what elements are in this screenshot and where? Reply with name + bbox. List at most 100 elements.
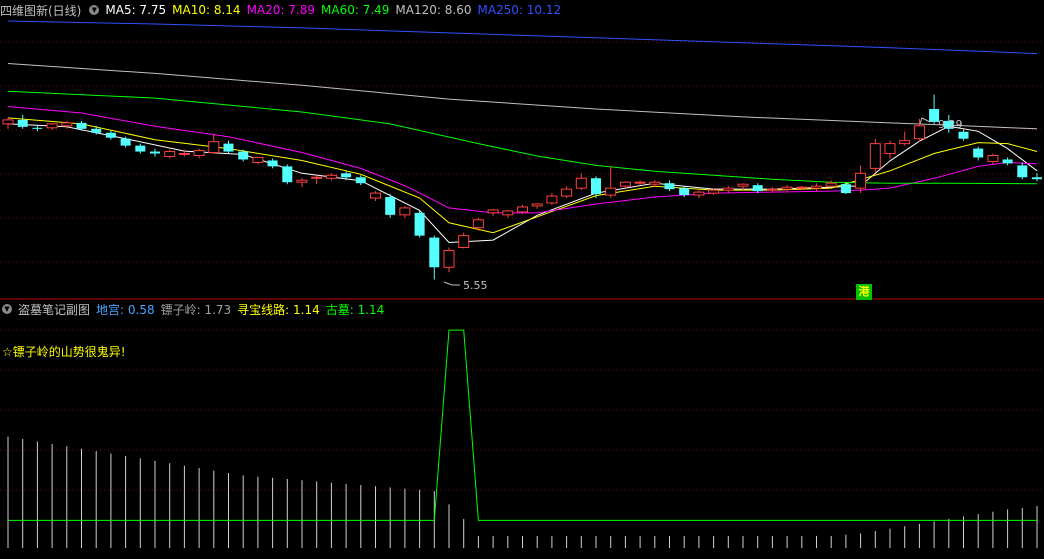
candle: [399, 205, 411, 218]
kline-chart: 9.29 5.55: [0, 20, 1044, 548]
legend-item: MA60: 7.49: [321, 3, 390, 17]
ma-line-ma10: [7, 117, 1038, 234]
candle: [531, 202, 543, 209]
candle-body: [238, 151, 249, 160]
candle-body: [913, 125, 925, 140]
candle-body: [399, 207, 411, 216]
sub-chart: [7, 329, 1038, 548]
candle-body: [973, 148, 984, 158]
candle-body: [679, 188, 690, 196]
candle-body: [150, 151, 160, 154]
candle: [634, 180, 646, 186]
candle-body: [987, 155, 999, 162]
candle: [546, 193, 558, 205]
candle: [443, 247, 455, 273]
candle-body: [502, 210, 514, 216]
candle-body: [17, 119, 28, 127]
candle: [781, 185, 793, 192]
legend-item: MA5: 7.75: [105, 3, 167, 17]
candle: [973, 146, 984, 161]
candle-body: [311, 176, 323, 179]
candle: [150, 148, 160, 157]
indicator-legend: 地宫: 0.58 镖子岭: 1.73 寻宝线路: 1.14 古墓: 1.14: [96, 301, 390, 318]
candle-body: [561, 188, 573, 197]
main-pane-title: 四维图新(日线): [0, 3, 82, 18]
candle-body: [605, 187, 617, 196]
ma-legend: MA5: 7.75 MA10: 8.14 MA20: 7.89 MA60: 7.49 M…: [105, 3, 567, 17]
legend-item: MA10: 8.14: [172, 3, 241, 17]
candle: [164, 149, 176, 159]
hk-connect-badge[interactable]: 港: [856, 284, 872, 300]
candle-body: [370, 192, 381, 199]
candle-body: [546, 195, 558, 204]
candle: [105, 130, 116, 140]
candle: [884, 140, 896, 159]
candle-body: [575, 177, 587, 189]
candle-body: [1017, 165, 1028, 178]
candle-body: [855, 172, 867, 189]
legend-item: MA20: 7.89: [246, 3, 315, 17]
candle-body: [120, 138, 131, 146]
candle: [135, 143, 146, 154]
candle: [282, 164, 293, 185]
gumu-line: [8, 329, 1037, 521]
grid-lines: [0, 41, 1044, 491]
candle-body: [296, 179, 308, 183]
candle: [17, 114, 28, 129]
candle-body: [223, 143, 234, 152]
candle-body: [899, 140, 911, 145]
ma-line-ma250: [7, 20, 1038, 55]
candle: [267, 158, 278, 169]
candle-body: [443, 249, 455, 268]
candle: [223, 140, 234, 154]
candle-body: [178, 153, 190, 156]
candle: [766, 187, 778, 193]
candle-body: [884, 143, 896, 155]
candle: [458, 232, 470, 249]
candle-body: [619, 181, 631, 187]
candle: [1002, 157, 1013, 166]
candle: [575, 173, 587, 191]
candle-body: [164, 151, 176, 157]
low-label: 5.55: [463, 279, 488, 292]
collapse-icon[interactable]: ▼: [89, 5, 100, 15]
candle: [855, 165, 867, 194]
candle: [487, 208, 499, 216]
candle-body: [61, 122, 73, 127]
candle-body: [796, 186, 808, 189]
candle-body: [135, 145, 146, 152]
candle-body: [267, 160, 278, 167]
indicator-note: ☆镖子岭的山势很鬼异!: [2, 345, 126, 359]
candle-body: [825, 182, 837, 187]
main-pane-header: 四维图新(日线) ▼ MA5: 7.75 MA10: 8.14 MA20: 7.89…: [0, 1, 573, 19]
candle: [561, 186, 573, 199]
candle: [899, 131, 911, 146]
candle-body: [958, 131, 969, 139]
candle: [429, 235, 440, 280]
candle: [913, 118, 925, 142]
sub-pane-title: 盗墓笔记副图: [18, 302, 91, 317]
candle-body: [781, 186, 793, 190]
collapse-icon[interactable]: ▼: [2, 304, 12, 314]
candle: [840, 182, 851, 195]
candle-body: [531, 203, 543, 207]
candle: [355, 175, 366, 186]
candle: [370, 191, 381, 202]
candle-body: [737, 183, 749, 187]
candle-body: [91, 128, 102, 133]
candle: [502, 209, 514, 218]
candle-body: [252, 156, 264, 163]
high-label: 9.29: [938, 118, 963, 131]
candle: [193, 148, 205, 159]
candle-body: [355, 177, 366, 184]
candle: [869, 138, 881, 173]
candle-body: [591, 178, 601, 195]
candle-body: [32, 127, 43, 129]
candle: [252, 156, 264, 165]
candle: [752, 183, 763, 194]
candle-body: [811, 185, 822, 189]
candle-body: [46, 123, 58, 129]
candle-body: [766, 188, 778, 191]
candle: [46, 122, 58, 130]
candle-body: [634, 181, 646, 184]
